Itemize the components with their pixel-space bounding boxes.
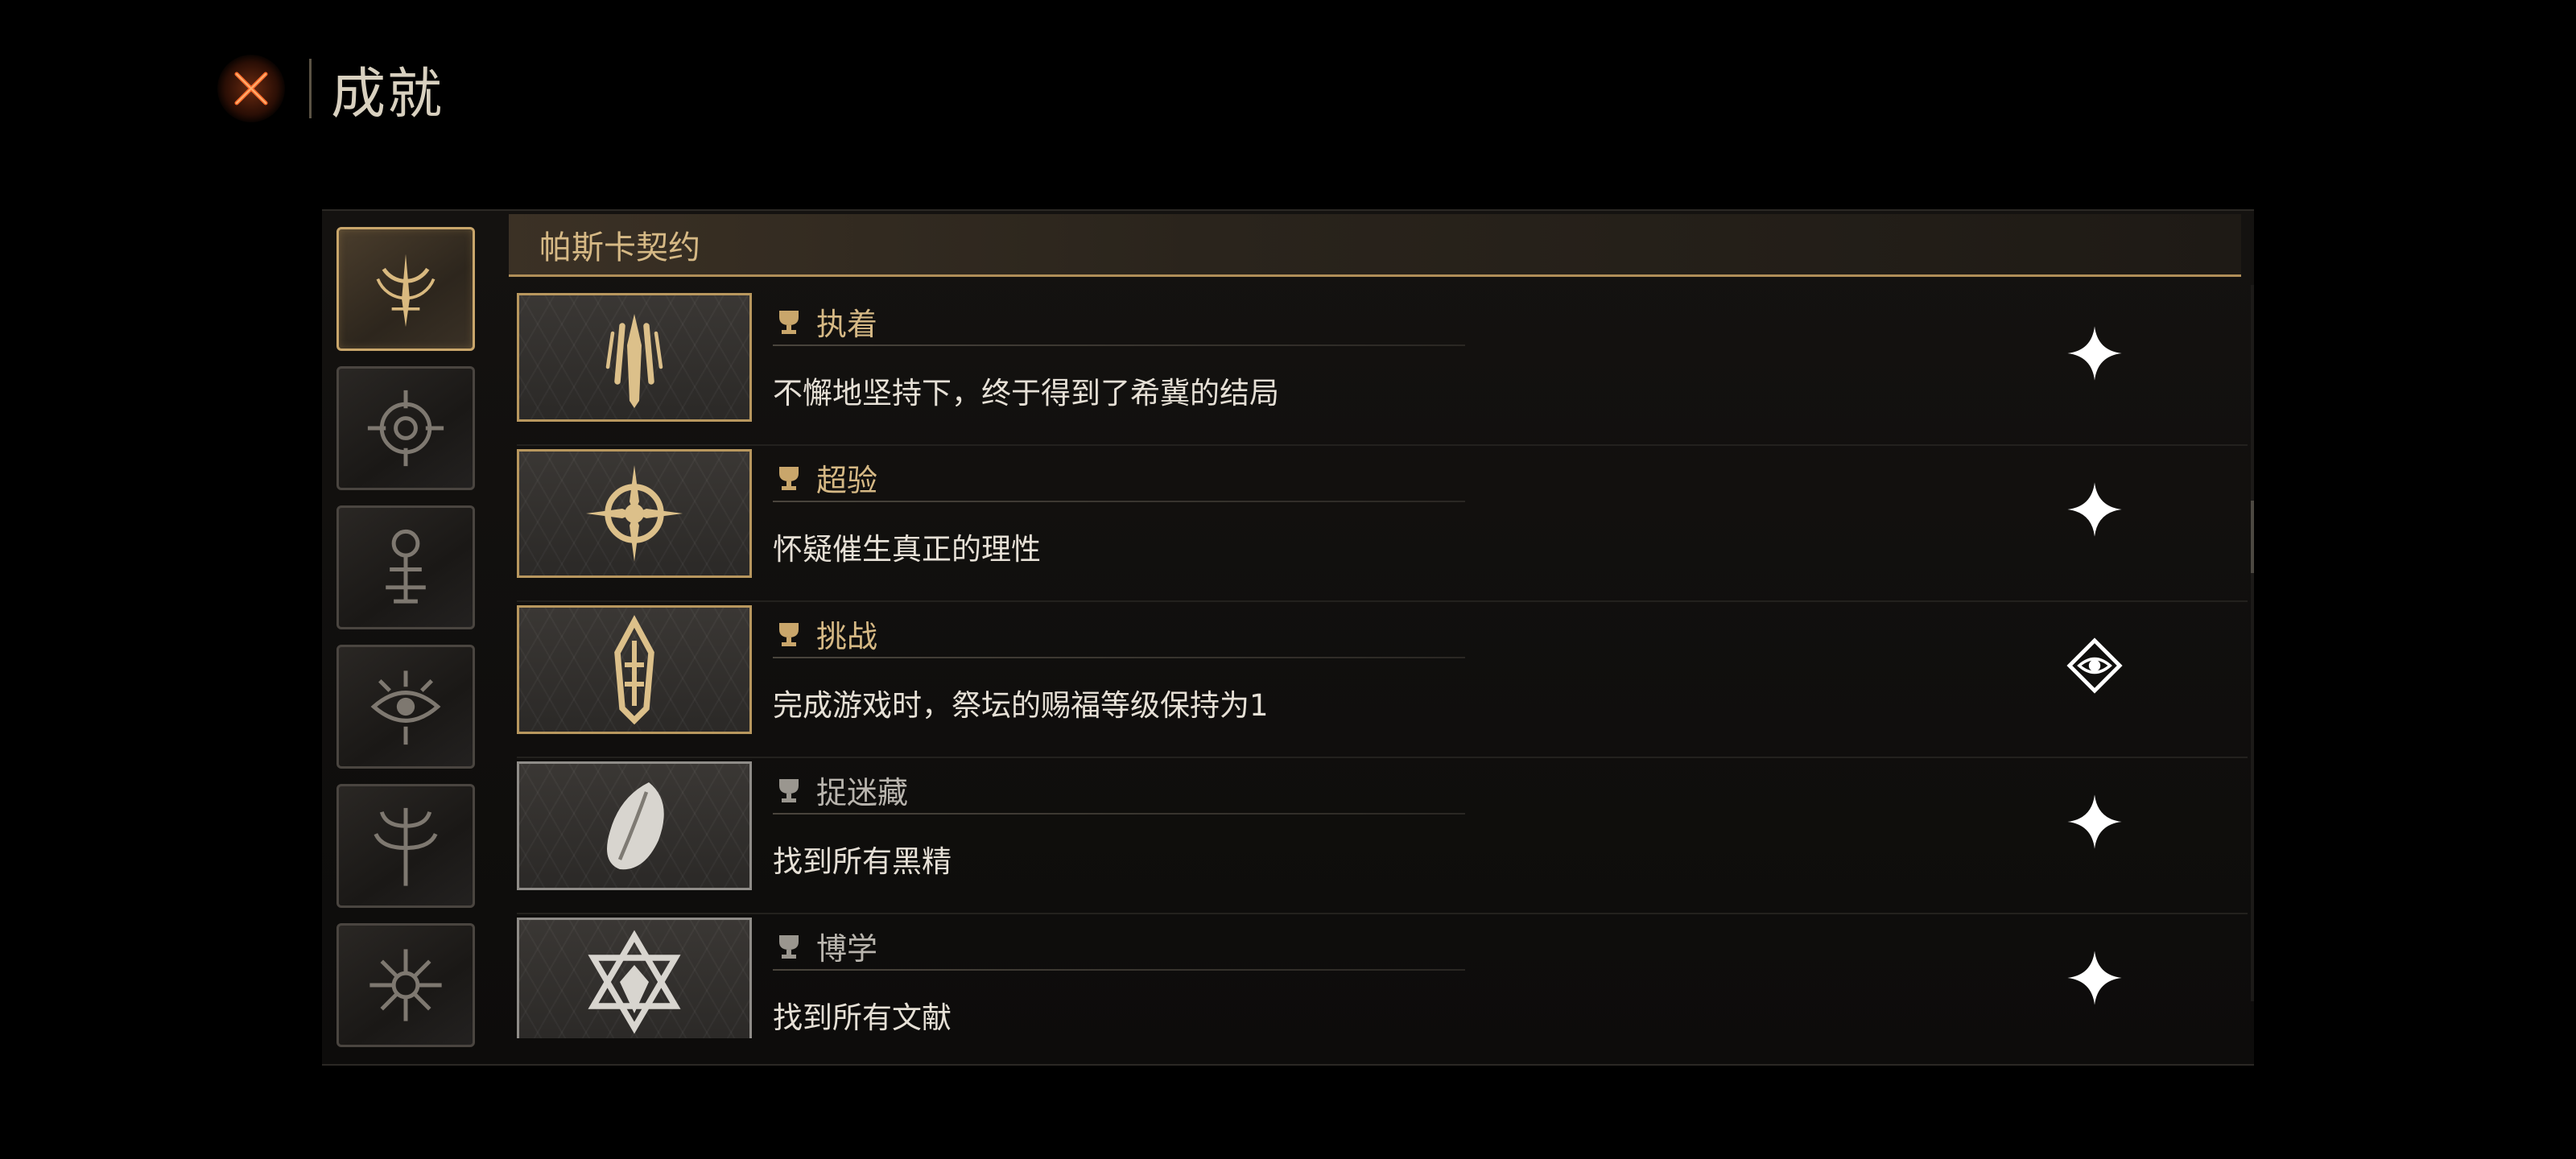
achievement-content: 帕斯卡契约 执着 不懈地坚持下，终于得到了希冀的结局 超验 怀疑催生真正的理性 …	[509, 211, 2254, 1064]
achievement-badge	[517, 605, 752, 734]
category-tab-1[interactable]	[336, 227, 475, 351]
sparkle-icon	[2067, 326, 2122, 381]
crosshair-star-icon	[586, 465, 683, 562]
achievement-description: 不懈地坚持下，终于得到了希冀的结局	[773, 376, 1279, 410]
achievement-header: 执着	[773, 299, 877, 344]
sparkle-icon	[2067, 951, 2122, 1005]
scrollbar-thumb[interactable]	[2251, 501, 2254, 573]
crescent-spire-icon	[376, 254, 436, 328]
achievement-list[interactable]: 执着 不懈地坚持下，终于得到了希冀的结局 超验 怀疑催生真正的理性 挑战 完成游…	[517, 290, 2248, 1038]
achievement-row[interactable]: 博学 找到所有文献	[517, 914, 2248, 1038]
trophy-icon	[779, 778, 799, 802]
category-tab-4[interactable]	[336, 645, 475, 769]
achievement-status	[2058, 473, 2131, 546]
achievement-row[interactable]: 执着 不懈地坚持下，终于得到了希冀的结局	[517, 290, 2248, 446]
diamond-eye-icon	[2066, 637, 2123, 694]
achievement-header: 捉迷藏	[773, 768, 908, 812]
header-divider	[309, 59, 312, 118]
section-header: 帕斯卡契约	[509, 214, 2241, 277]
radiant-sigil-icon	[369, 949, 442, 1021]
achievement-header: 超验	[773, 456, 877, 500]
trophy-icon	[779, 466, 799, 490]
achievement-badge	[517, 761, 752, 890]
achievement-name: 博学	[816, 931, 878, 967]
achievement-status	[2058, 942, 2131, 1014]
page-title: 成就	[331, 62, 444, 126]
achievement-name: 超验	[816, 463, 878, 498]
trophy-icon	[779, 622, 799, 646]
list-scrollbar[interactable]	[2251, 285, 2254, 1001]
achievement-badge	[517, 918, 752, 1038]
achievement-name: 捉迷藏	[816, 775, 909, 810]
category-tab-2[interactable]	[336, 366, 475, 490]
claw-totem-icon	[605, 314, 663, 408]
idol-totem-icon	[386, 529, 426, 604]
achievement-row[interactable]: 挑战 完成游戏时，祭坛的赐福等级保持为1	[517, 602, 2248, 758]
achievement-header: 挑战	[773, 612, 877, 656]
close-x-icon	[234, 72, 268, 105]
achievement-row[interactable]: 超验 怀疑催生真正的理性	[517, 446, 2248, 602]
thorn-eye-icon	[370, 670, 441, 745]
trophy-icon	[779, 310, 799, 334]
achievement-status	[2058, 786, 2131, 858]
achievement-status	[2058, 629, 2131, 702]
achievement-divider	[773, 344, 1465, 346]
achievement-description: 找到所有黑精	[773, 844, 952, 879]
achievements-panel: 帕斯卡契约 执着 不懈地坚持下，终于得到了希冀的结局 超验 怀疑催生真正的理性 …	[322, 209, 2254, 1066]
hexagram-icon	[588, 930, 681, 1034]
achievement-row[interactable]: 捉迷藏 找到所有黑精	[517, 758, 2248, 914]
category-tab-5[interactable]	[336, 784, 475, 908]
achievement-header: 博学	[773, 924, 877, 968]
achievement-divider	[773, 969, 1465, 971]
achievement-divider	[773, 501, 1465, 502]
tree-sigil-icon	[374, 807, 438, 886]
category-tab-3[interactable]	[336, 505, 475, 629]
sparkle-icon	[2067, 482, 2122, 537]
eye-sigil-icon	[367, 390, 444, 467]
close-button[interactable]	[217, 55, 285, 122]
trophy-icon	[779, 934, 799, 959]
achievement-badge	[517, 449, 752, 578]
achievement-description: 怀疑催生真正的理性	[773, 532, 1041, 567]
achievement-name: 执着	[816, 307, 878, 342]
carved-pillar-icon	[614, 615, 654, 725]
category-sidebar	[336, 227, 478, 1062]
achievement-divider	[773, 813, 1465, 815]
seed-stone-icon	[607, 782, 664, 870]
achievement-name: 挑战	[816, 619, 878, 654]
achievement-description: 找到所有文献	[773, 1000, 952, 1035]
category-tab-6[interactable]	[336, 923, 475, 1047]
sparkle-icon	[2067, 794, 2122, 849]
achievement-badge	[517, 293, 752, 422]
section-title: 帕斯卡契约	[539, 229, 700, 266]
header: 成就	[217, 44, 444, 133]
achievement-divider	[773, 657, 1465, 658]
achievement-description: 完成游戏时，祭坛的赐福等级保持为1	[773, 688, 1269, 723]
achievement-status	[2058, 317, 2131, 390]
